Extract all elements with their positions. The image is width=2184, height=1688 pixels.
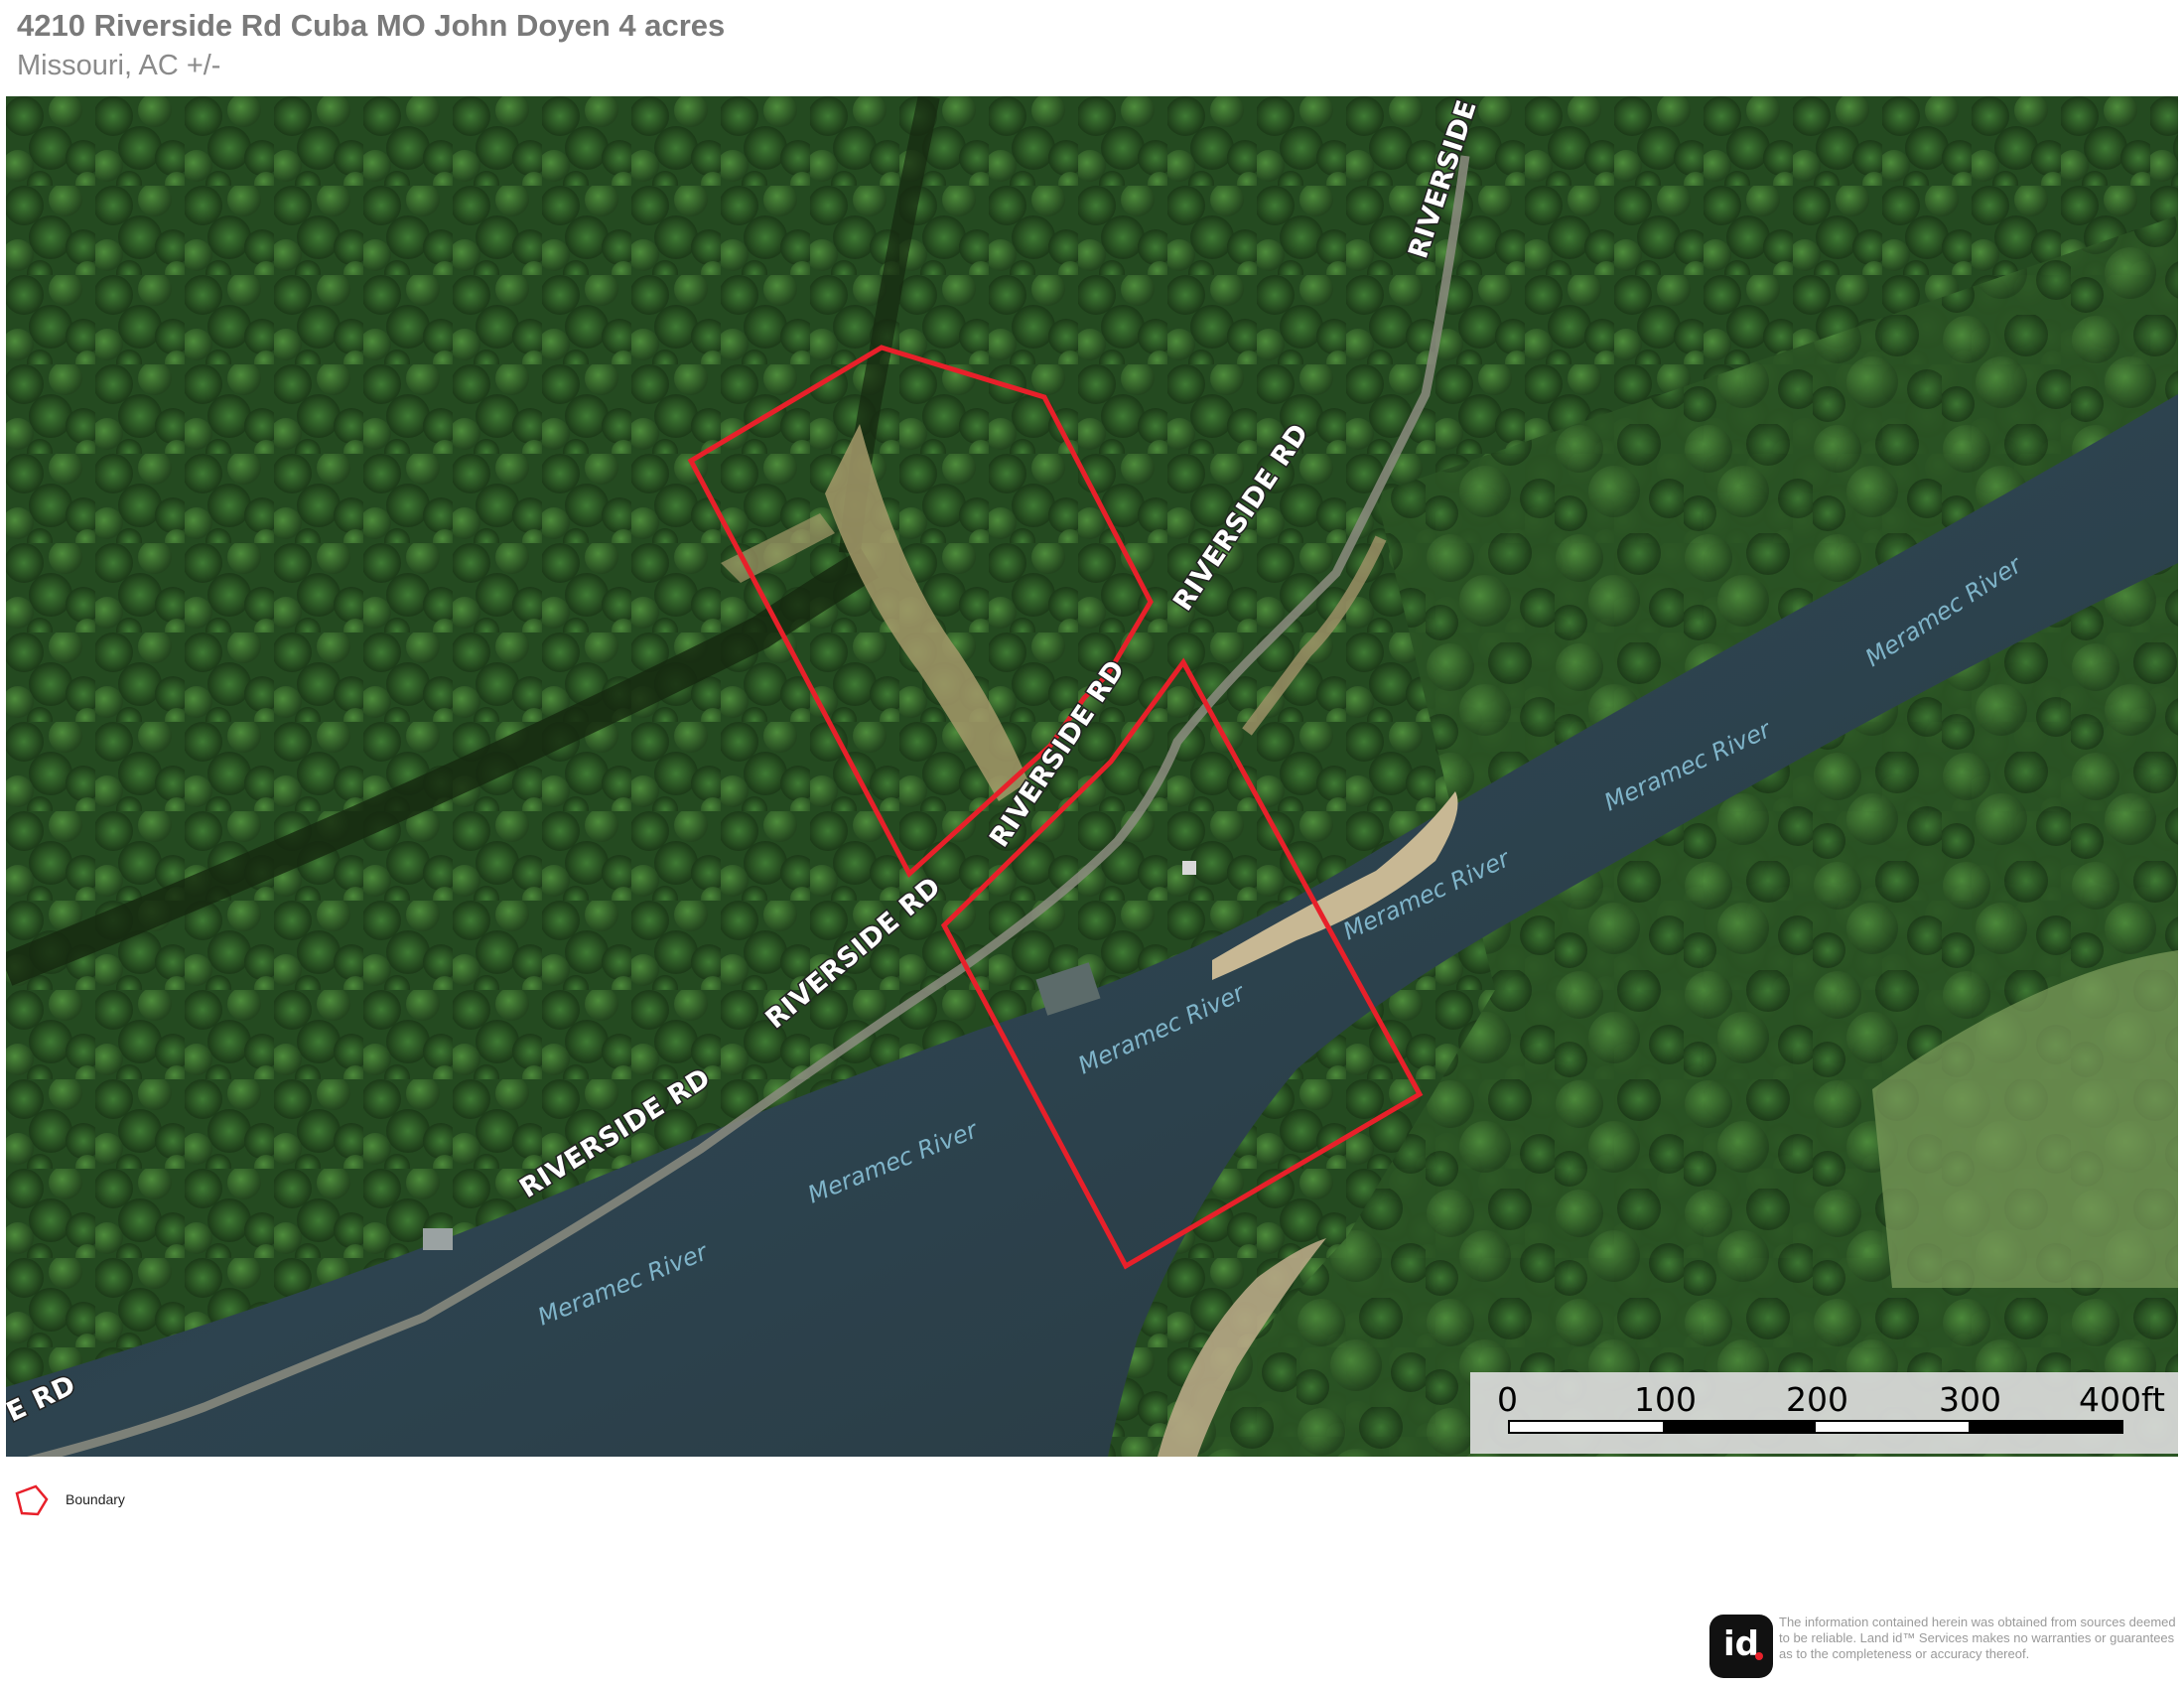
logo-dot bbox=[1755, 1652, 1763, 1660]
page-title: 4210 Riverside Rd Cuba MO John Doyen 4 a… bbox=[17, 8, 726, 43]
logo-text: id bbox=[1723, 1624, 1759, 1664]
scale-label: 100 bbox=[1634, 1380, 1697, 1419]
boundary-polygon-icon bbox=[15, 1484, 49, 1516]
scale-label: 0 bbox=[1497, 1380, 1518, 1419]
scale-bar: 0 100 200 300 400ft bbox=[1470, 1372, 2178, 1454]
scale-label: 200 bbox=[1786, 1380, 1848, 1419]
legend-label: Boundary bbox=[66, 1491, 125, 1507]
land-id-logo: id bbox=[1709, 1615, 1773, 1678]
scale-label: 400ft bbox=[2079, 1380, 2165, 1419]
page-subtitle: Missouri, AC +/- bbox=[17, 50, 221, 81]
scale-label: 300 bbox=[1939, 1380, 2001, 1419]
map-imagery: RIVERSIDE RD RIVERSIDE RD RIVERSIDE RD R… bbox=[6, 96, 2178, 1457]
map-view[interactable]: RIVERSIDE RD RIVERSIDE RD RIVERSIDE RD R… bbox=[6, 96, 2178, 1457]
scale-bar-graphic bbox=[1508, 1420, 2123, 1434]
disclaimer-text: The information contained herein was obt… bbox=[1779, 1615, 2176, 1661]
